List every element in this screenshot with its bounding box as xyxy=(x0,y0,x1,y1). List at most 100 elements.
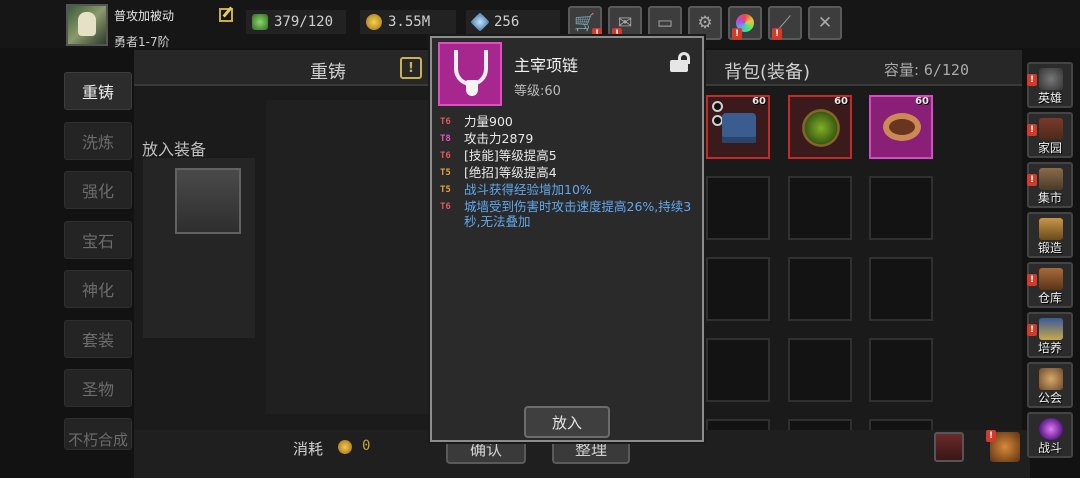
nav-forge[interactable]: 锻造 xyxy=(1027,212,1073,258)
tab-enhance[interactable]: 强化 xyxy=(64,171,132,209)
item-name: 主宰项链 xyxy=(514,56,579,75)
bag-slot-empty[interactable] xyxy=(706,176,770,240)
bag-slot-empty[interactable] xyxy=(706,419,770,430)
capacity-display: 容量: 6/120 xyxy=(884,59,969,80)
tab-gem[interactable]: 宝石 xyxy=(64,221,132,259)
attribute-text: 战斗获得经验增加10% xyxy=(464,182,592,197)
alert-badge: ! xyxy=(1027,174,1037,186)
gold-coin-icon xyxy=(338,440,352,454)
attribute-tier: T5 xyxy=(440,168,451,178)
attribute-text: [绝招]等级提高4 xyxy=(464,165,557,180)
attribute-tier: T6 xyxy=(440,202,451,212)
nav-battle[interactable]: 战斗 xyxy=(1027,412,1073,458)
attribute-text: 攻击力2879 xyxy=(464,131,534,146)
nav-warehouse[interactable]: ! 仓库 xyxy=(1027,262,1073,308)
bag-slot-empty[interactable] xyxy=(706,338,770,402)
energy-icon xyxy=(252,14,268,30)
bag-item-armor[interactable]: 60 xyxy=(706,95,770,159)
mail-button[interactable]: ✉ ! xyxy=(608,6,642,40)
tab-relic[interactable]: 圣物 xyxy=(64,369,132,407)
necklace-pendant xyxy=(466,80,478,96)
attribute-text: [技能]等级提高5 xyxy=(464,148,557,163)
nav-guild[interactable]: 公会 xyxy=(1027,362,1073,408)
item-level: 60 xyxy=(834,96,848,107)
nav-home[interactable]: ! 家园 xyxy=(1027,112,1073,158)
bag-slot-empty[interactable] xyxy=(788,176,852,240)
nav-label: 战斗 xyxy=(1037,441,1062,455)
tab-refine[interactable]: 洗炼 xyxy=(64,122,132,160)
equipment-slot-area xyxy=(143,158,255,338)
tab-immortal-synthesis[interactable]: 不朽合成 xyxy=(64,418,132,450)
attribute-tier: T8 xyxy=(440,134,451,144)
bag-slot-empty[interactable] xyxy=(869,338,933,402)
bag-slot-empty[interactable] xyxy=(706,257,770,321)
sword-button[interactable]: ⟋ ! xyxy=(768,6,802,40)
alert-badge: ! xyxy=(772,28,782,40)
market-icon xyxy=(1039,168,1063,190)
bag-pouch-icon[interactable]: ! xyxy=(986,430,1020,462)
knight-helmet-icon xyxy=(1039,68,1063,90)
tab-set[interactable]: 套装 xyxy=(64,320,132,358)
edit-name-icon[interactable] xyxy=(219,8,233,22)
right-nav: ! 英雄 ! 家园 ! 集市 锻造 ! 仓库 ! 培养 公会 战斗 xyxy=(1024,58,1080,478)
unlock-icon[interactable] xyxy=(670,52,690,72)
nav-label: 家园 xyxy=(1037,141,1062,155)
bag-item-amulet[interactable]: 60 xyxy=(788,95,852,159)
gem-socket xyxy=(712,101,723,112)
forge-panel: 重铸 ! 放入装备 xyxy=(134,50,430,478)
gem-counter: 256 xyxy=(466,10,560,34)
nav-label: 英雄 xyxy=(1037,91,1062,105)
bag-slot-empty[interactable] xyxy=(869,257,933,321)
nav-label: 锻造 xyxy=(1037,241,1062,255)
nav-market[interactable]: ! 集市 xyxy=(1027,162,1073,208)
attribute-tier: T6 xyxy=(440,117,451,127)
crossed-swords-button[interactable]: ✕ xyxy=(808,6,842,40)
bag-slot-empty[interactable] xyxy=(788,257,852,321)
alert-badge: ! xyxy=(1027,324,1037,336)
necklace-icon xyxy=(438,42,502,106)
nav-training[interactable]: ! 培养 xyxy=(1027,312,1073,358)
gamepad-button[interactable]: ▭ xyxy=(648,6,682,40)
armor-icon xyxy=(722,113,756,143)
attribute-tier: T5 xyxy=(440,185,451,195)
attribute-row: T6 力量900 xyxy=(440,114,702,129)
bag-slot-empty[interactable] xyxy=(869,419,933,430)
energy-value: 379/120 xyxy=(274,14,334,30)
player-name: 普攻加被动 xyxy=(114,9,175,23)
capacity-value: 6/120 xyxy=(923,61,969,79)
attribute-row: T5 战斗获得经验增加10% xyxy=(440,182,702,197)
bag-slot-empty[interactable] xyxy=(869,176,933,240)
item-level: 60 xyxy=(752,96,766,107)
forge-tab-column: 重铸 洗炼 强化 宝石 神化 套装 圣物 不朽合成 xyxy=(62,70,134,450)
guild-icon xyxy=(1039,368,1063,390)
item-level-text: 等级:60 xyxy=(514,84,561,99)
help-button[interactable]: ! xyxy=(400,57,422,79)
tab-reforge[interactable]: 重铸 xyxy=(64,72,132,110)
armor-set-icon[interactable] xyxy=(934,432,964,462)
shop-button[interactable]: 🛒 ! xyxy=(568,6,602,40)
player-avatar[interactable] xyxy=(66,4,108,46)
equipment-slot[interactable] xyxy=(175,168,241,234)
bag-slot-empty[interactable] xyxy=(788,338,852,402)
settings-button[interactable]: ⚙ xyxy=(688,6,722,40)
forge-title: 重铸 xyxy=(310,62,346,83)
gem-value: 256 xyxy=(494,14,520,30)
alert-badge: ! xyxy=(1027,74,1037,86)
place-button[interactable]: 放入 xyxy=(524,406,610,438)
gold-coin-icon xyxy=(366,14,382,30)
energy-counter: 379/120 xyxy=(246,10,346,34)
item-attributes: T6 力量900 T8 攻击力2879 T6 [技能]等级提高5 T5 [绝招]等级提高4 T5… xyxy=(440,114,702,231)
player-rank: 勇者1-7阶 xyxy=(114,35,170,49)
amulet-icon xyxy=(802,109,840,147)
tab-deify[interactable]: 神化 xyxy=(64,270,132,308)
attribute-row: T5 [绝招]等级提高4 xyxy=(440,165,702,180)
nav-label: 培养 xyxy=(1037,341,1062,355)
color-wheel-button[interactable]: ! xyxy=(728,6,762,40)
attribute-text: 力量900 xyxy=(464,114,513,129)
nav-hero[interactable]: ! 英雄 xyxy=(1027,62,1073,108)
battle-portal-icon xyxy=(1039,418,1063,440)
bag-item-ring[interactable]: 60 xyxy=(869,95,933,159)
attribute-row: T8 攻击力2879 xyxy=(440,131,702,146)
attribute-row: T6 [技能]等级提高5 xyxy=(440,148,702,163)
bag-slot-empty[interactable] xyxy=(788,419,852,430)
